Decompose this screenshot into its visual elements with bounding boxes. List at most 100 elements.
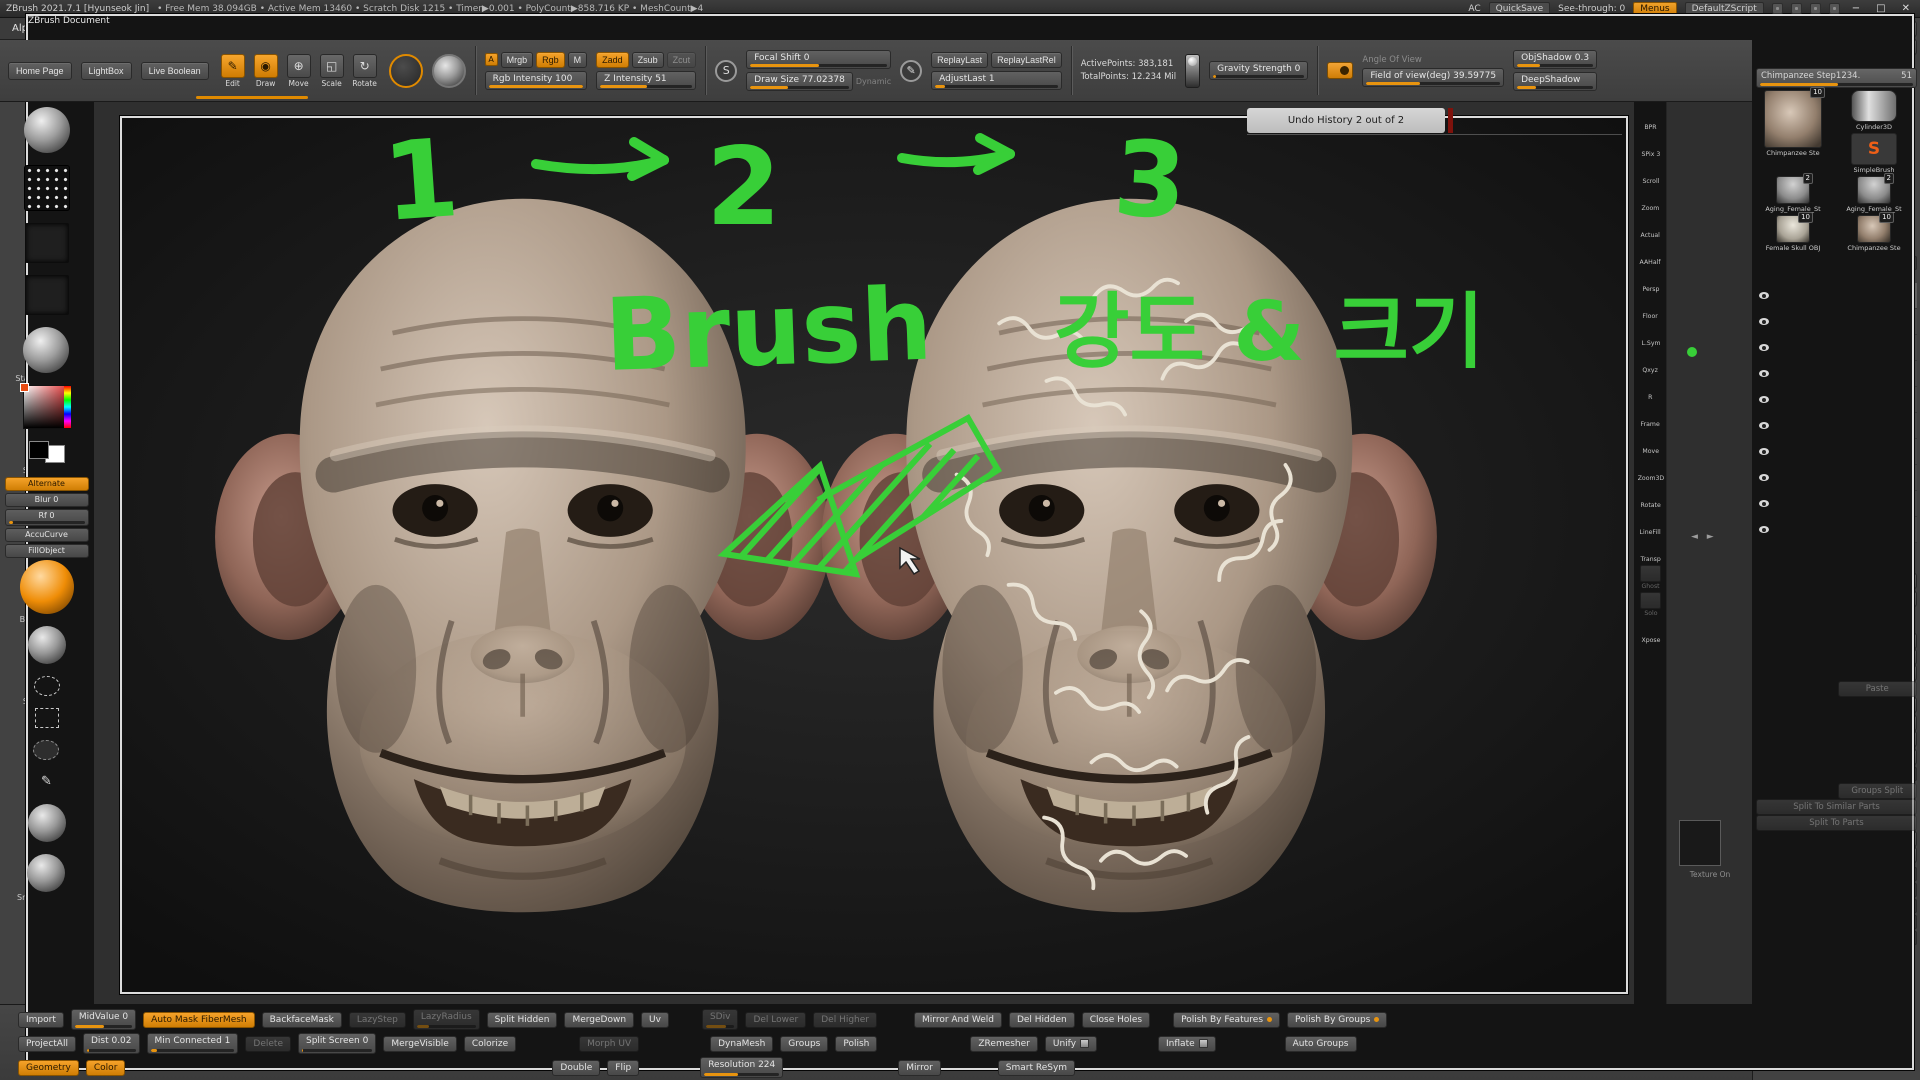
lazyradius-button[interactable]: LazyRadius xyxy=(413,1009,480,1030)
lazystep-button[interactable]: LazyStep xyxy=(349,1012,406,1028)
leftbar-fillobject-button[interactable]: FillObject xyxy=(5,544,89,558)
see-through-slider[interactable]: See-through: 0 xyxy=(1558,4,1625,14)
canvas-area[interactable]: 1 2 3 Brush 강도 & 크기 xyxy=(94,102,1634,1004)
projectall-button[interactable]: ProjectAll xyxy=(18,1036,76,1052)
midvalue-0-button[interactable]: MidValue 0 xyxy=(71,1009,136,1030)
zadd-button[interactable]: Zadd xyxy=(596,52,629,68)
visibility-eye-icon[interactable] xyxy=(1759,448,1769,455)
tool-thumb-aging-female-st-3[interactable]: 2Aging_Female_St xyxy=(1756,176,1830,213)
current-tool-slider[interactable]: Chimpanzee Step1234. 51 xyxy=(1756,68,1917,88)
texture-on-label[interactable]: Texture On xyxy=(1667,870,1753,879)
live-boolean-button[interactable]: Live Boolean xyxy=(141,62,209,80)
leftbar-rf-0-button[interactable]: Rf 0 xyxy=(5,509,89,526)
field-of-view-slider[interactable]: Field of view(deg) 39.59775 xyxy=(1362,68,1504,87)
polish-button[interactable]: Polish xyxy=(835,1036,877,1052)
current-stroke-widget[interactable] xyxy=(432,54,466,88)
mode-edit-button[interactable]: ✎Edit xyxy=(218,54,248,88)
visibility-eye-icon[interactable] xyxy=(1759,318,1769,325)
smart-resym-button[interactable]: Smart ReSym xyxy=(998,1060,1075,1076)
mode-rotate-button[interactable]: ↻Rotate xyxy=(350,54,380,88)
leftbar-item-rf-0[interactable]: Rf 0 xyxy=(5,509,89,526)
document-viewport[interactable] xyxy=(120,116,1628,994)
hue-strip[interactable] xyxy=(64,386,71,428)
visibility-eye-icon[interactable] xyxy=(1759,474,1769,481)
color-button[interactable]: Color xyxy=(86,1060,126,1076)
deep-shadow-slider[interactable]: DeepShadow xyxy=(1513,72,1597,91)
split-screen-0-button[interactable]: Split Screen 0 xyxy=(298,1033,376,1054)
right-shelf-solo-button[interactable]: Solo xyxy=(1636,592,1666,617)
min-connected-1-button[interactable]: Min Connected 1 xyxy=(147,1033,239,1054)
undo-history-marker[interactable] xyxy=(1448,108,1453,133)
mode-move-button[interactable]: ⊕Move xyxy=(284,54,314,88)
mirror-and-weld-button[interactable]: Mirror And Weld xyxy=(914,1012,1002,1028)
tool-thumb-female-skull-obj-5[interactable]: 10Female Skull OBJ xyxy=(1756,215,1830,252)
current-brush-widget[interactable] xyxy=(389,54,423,88)
config-icon[interactable] xyxy=(1829,3,1840,14)
zcut-button[interactable]: Zcut xyxy=(667,52,697,68)
leftbar-item-alternate[interactable]: Alternate xyxy=(5,477,89,491)
mirror-button[interactable]: Mirror xyxy=(898,1060,941,1076)
polish-by-groups-button[interactable]: Polish By Groups xyxy=(1287,1012,1387,1028)
close-holes-button[interactable]: Close Holes xyxy=(1082,1012,1150,1028)
paste-button[interactable]: Paste xyxy=(1838,681,1918,697)
focal-shift-slider[interactable]: Focal Shift 0 xyxy=(746,50,891,69)
mode-scale-button[interactable]: ◱Scale xyxy=(317,54,347,88)
groups-button[interactable]: Groups xyxy=(780,1036,828,1052)
mergevisible-button[interactable]: MergeVisible xyxy=(383,1036,457,1052)
visibility-eye-icon[interactable] xyxy=(1759,526,1769,533)
leftbar-item-fillobject[interactable]: FillObject xyxy=(5,544,89,558)
split-hidden-button[interactable]: Split Hidden xyxy=(487,1012,558,1028)
auto-mask-fibermesh-button[interactable]: Auto Mask FiberMesh xyxy=(143,1012,254,1028)
undo-history-bar[interactable]: Undo History 2 out of 2 xyxy=(1247,108,1445,133)
z-intensity-slider[interactable]: Z Intensity 51 xyxy=(596,71,696,90)
auto-groups-button[interactable]: Auto Groups xyxy=(1285,1036,1357,1052)
replay-last-button[interactable]: ReplayLast xyxy=(931,52,988,68)
leftbar-accucurve-button[interactable]: AccuCurve xyxy=(5,528,89,542)
leftbar-blur-0-button[interactable]: Blur 0 xyxy=(5,493,89,507)
dist-0-02-button[interactable]: Dist 0.02 xyxy=(83,1033,140,1054)
backfacemask-button[interactable]: BackfaceMask xyxy=(262,1012,342,1028)
double-button[interactable]: Double xyxy=(552,1060,600,1076)
home-page-button[interactable]: Home Page xyxy=(8,62,72,80)
brush-icon[interactable] xyxy=(1791,3,1802,14)
visibility-eye-icon[interactable] xyxy=(1759,500,1769,507)
delete-button[interactable]: Delete xyxy=(245,1036,291,1052)
unify-button[interactable]: Unify xyxy=(1045,1036,1097,1052)
stroke-curve-icon[interactable]: S xyxy=(715,60,737,82)
colorize-button[interactable]: Colorize xyxy=(464,1036,516,1052)
geometry-button[interactable]: Geometry xyxy=(18,1060,79,1076)
primary-color-swatch[interactable] xyxy=(29,441,49,459)
mergedown-button[interactable]: MergeDown xyxy=(564,1012,634,1028)
flip-button[interactable]: Flip xyxy=(607,1060,639,1076)
adjust-last-slider[interactable]: AdjustLast 1 xyxy=(931,71,1062,90)
tool-icon[interactable] xyxy=(1772,3,1783,14)
polish-by-features-button[interactable]: Polish By Features xyxy=(1173,1012,1280,1028)
zremesher-button[interactable]: ZRemesher xyxy=(970,1036,1038,1052)
gravity-strength-slider[interactable]: Gravity Strength 0 xyxy=(1209,61,1308,80)
groups-split-button[interactable]: Groups Split xyxy=(1838,783,1918,799)
visibility-eye-icon[interactable] xyxy=(1759,396,1769,403)
visibility-eye-icon[interactable] xyxy=(1759,292,1769,299)
sdiv-button[interactable]: SDiv xyxy=(702,1009,738,1030)
morph-uv-button[interactable]: Morph UV xyxy=(579,1036,639,1052)
split-to-parts-button[interactable]: Split To Parts xyxy=(1756,815,1917,831)
visibility-eye-icon[interactable] xyxy=(1759,370,1769,377)
draw-size-slider[interactable]: Draw Size 77.02378 xyxy=(746,72,853,91)
dynamic-toggle[interactable]: Dynamic xyxy=(856,77,891,86)
split-to-similar-parts-button[interactable]: Split To Similar Parts xyxy=(1756,799,1917,815)
texture-preview[interactable] xyxy=(1679,820,1721,866)
tool-thumb-cylinder3d-1[interactable]: Cylinder3D xyxy=(1832,90,1916,131)
rgb-intensity-slider[interactable]: Rgb Intensity 100 xyxy=(485,71,588,90)
tool-thumb-simplebrush-2[interactable]: SSimpleBrush xyxy=(1832,133,1916,174)
m-button[interactable]: M xyxy=(568,52,588,68)
zsub-button[interactable]: Zsub xyxy=(632,52,664,68)
leftbar-item-blur-0[interactable]: Blur 0 xyxy=(5,493,89,507)
import-button[interactable]: Import xyxy=(18,1012,64,1028)
tool-thumb-chimpanzee-ste-0[interactable]: 10Chimpanzee Ste xyxy=(1756,90,1830,174)
del-hidden-button[interactable]: Del Hidden xyxy=(1009,1012,1075,1028)
visibility-eye-icon[interactable] xyxy=(1759,422,1769,429)
uv-button[interactable]: Uv xyxy=(641,1012,669,1028)
obj-shadow-slider[interactable]: ObjShadow 0.3 xyxy=(1513,50,1597,69)
lightbox-button[interactable]: LightBox xyxy=(81,62,132,80)
gravity-direction-widget[interactable] xyxy=(1185,54,1200,88)
